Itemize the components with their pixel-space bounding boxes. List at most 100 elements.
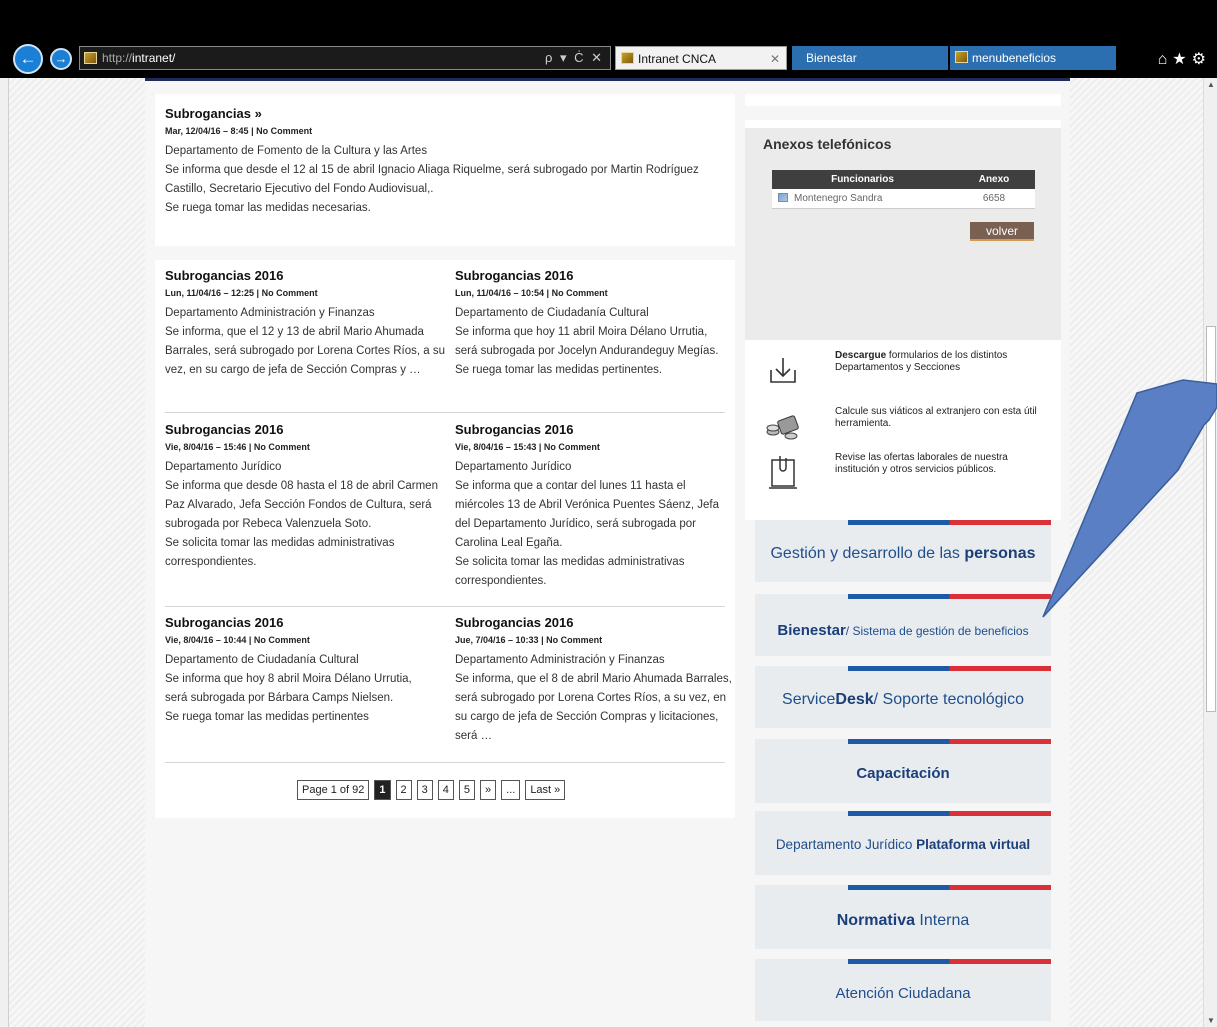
page-link[interactable]: 2 — [395, 780, 412, 800]
post-title[interactable]: Subrogancias 2016 — [165, 268, 445, 283]
post-title[interactable]: Subrogancias » — [165, 106, 725, 121]
money-calculator-icon — [766, 415, 799, 440]
tool-ofertas-laborales[interactable]: Revise las ofertas laborales de nuestra … — [745, 452, 1061, 502]
menu-stripe — [848, 885, 1051, 890]
post-paragraph: Se ruega tomar las medidas necesarias. — [165, 202, 371, 214]
row-divider — [165, 762, 725, 763]
site-favicon-icon — [84, 52, 97, 64]
post-title[interactable]: Subrogancias 2016 — [455, 268, 735, 283]
post-title[interactable]: Subrogancias 2016 — [455, 615, 735, 630]
download-icon — [770, 358, 796, 383]
menu-capacitacion[interactable]: Capacitación — [755, 739, 1051, 803]
table-row[interactable]: Montenegro Sandra 6658 — [772, 189, 1035, 209]
browser-toolbar: ← → http://intranet/ ρ ▾ Ċ ✕ Intranet CN… — [0, 40, 1217, 78]
row-divider — [165, 606, 725, 607]
menu-label: Atención Ciudadana — [835, 985, 971, 1002]
address-prefix: http:// — [102, 51, 133, 65]
tools-panel: Descargue formularios de los distintos D… — [745, 340, 1061, 520]
menu-bienestar[interactable]: Bienestar/ Sistema de gestión de benefic… — [755, 594, 1051, 656]
tool-download-forms[interactable]: Descargue formularios de los distintos D… — [745, 350, 1061, 400]
volver-button[interactable]: volver — [970, 222, 1034, 241]
post-item: Subrogancias 2016 Vie, 8/04/16 – 10:44 |… — [165, 615, 445, 727]
post-body: Departamento de Ciudadanía Cultural Se i… — [455, 307, 719, 376]
tab-label: menubeneficios — [972, 51, 1057, 65]
menu-label: Bienestar/ Sistema de gestión de benefic… — [777, 622, 1029, 639]
col-anexo: Anexo — [953, 170, 1035, 189]
window-left-edge — [0, 78, 9, 1027]
menu-label: Normativa Interna — [836, 912, 970, 929]
col-funcionarios: Funcionarios — [772, 170, 953, 189]
menu-juridico[interactable]: Departamento Jurídico Plataforma virtual — [755, 811, 1051, 875]
vertical-scrollbar[interactable]: ▲ ▼ — [1203, 78, 1217, 1027]
menu-atencion-ciudadana[interactable]: Atención Ciudadana — [755, 959, 1051, 1021]
posts-grid: Subrogancias 2016 Lun, 11/04/16 – 12:25 … — [155, 260, 735, 818]
address-bar[interactable]: http://intranet/ ρ ▾ Ċ ✕ — [79, 46, 611, 70]
title-bar — [0, 0, 1217, 40]
post-meta: Mar, 12/04/16 – 8:45 | No Comment — [165, 126, 313, 136]
menu-servicedesk[interactable]: ServiceDesk/ Soporte tecnológico — [755, 666, 1051, 728]
scrollbar-thumb[interactable] — [1206, 326, 1216, 712]
menu-stripe — [848, 959, 1051, 964]
ellipsis-link[interactable]: ... — [501, 780, 521, 800]
menu-stripe — [848, 811, 1051, 816]
forward-arrow-icon[interactable]: → — [50, 48, 72, 70]
row-divider — [165, 412, 725, 413]
tab-close-icon[interactable]: ✕ — [770, 47, 780, 71]
pagination-label: Page 1 of 92 — [297, 780, 370, 800]
post-meta: Vie, 8/04/16 – 10:44 | No Comment — [165, 635, 310, 645]
post-item: Subrogancias 2016 Lun, 11/04/16 – 10:54 … — [455, 268, 735, 380]
post-title[interactable]: Subrogancias 2016 — [165, 615, 445, 630]
page-link[interactable]: 3 — [416, 780, 433, 800]
menu-stripe — [848, 666, 1051, 671]
address-host: intranet/ — [132, 51, 176, 65]
featured-post: Subrogancias » Mar, 12/04/16 – 8:45 | No… — [155, 94, 735, 246]
contact-icon — [778, 192, 788, 202]
post-body: Departamento Jurídico Se informa que a c… — [455, 461, 720, 587]
next-page-link[interactable]: » — [480, 780, 497, 800]
post-item: Subrogancias 2016 Vie, 8/04/16 – 15:43 |… — [455, 422, 735, 591]
post-meta: Lun, 11/04/16 – 10:54 | No Comment — [455, 288, 608, 298]
tab-label: Bienestar — [806, 51, 857, 65]
tab-bienestar[interactable]: Bienestar — [792, 46, 948, 70]
tab-favicon-icon — [621, 52, 634, 64]
post-item: Subrogancias 2016 Vie, 8/04/16 – 15:46 |… — [165, 422, 445, 572]
page-link[interactable]: 4 — [437, 780, 454, 800]
post-meta: Lun, 11/04/16 – 12:25 | No Comment — [165, 288, 318, 298]
menu-gestion-personas[interactable]: Gestión y desarrollo de las personas — [755, 520, 1051, 582]
post-body: Departamento de Fomento de la Cultura y … — [165, 142, 725, 218]
menu-stripe — [848, 739, 1051, 744]
page-container: Subrogancias » Mar, 12/04/16 – 8:45 | No… — [145, 78, 1070, 1027]
header-bar — [145, 78, 1070, 81]
menu-label: Departamento Jurídico Plataforma virtual — [775, 837, 1031, 852]
menu-label: Gestión y desarrollo de las personas — [770, 545, 1036, 562]
last-page-link[interactable]: Last » — [525, 780, 566, 800]
anexos-table: Funcionarios Anexo Montenegro Sandra 665… — [772, 170, 1035, 209]
scroll-down-icon[interactable]: ▼ — [1207, 1016, 1215, 1025]
tab-intranet-cnca[interactable]: Intranet CNCA ✕ — [615, 46, 787, 70]
page-link-current[interactable]: 1 — [374, 780, 391, 800]
tab-label: Intranet CNCA — [638, 52, 717, 66]
anexo-cell: 6658 — [953, 189, 1035, 209]
anexos-title: Anexos telefónicos — [763, 136, 892, 152]
tab-menubeneficios[interactable]: menubeneficios — [950, 46, 1116, 70]
address-tools-icons[interactable]: ρ ▾ Ċ ✕ — [545, 47, 604, 69]
home-favorites-settings-icons[interactable]: ⌂★⚙ — [1158, 49, 1211, 69]
post-meta: Jue, 7/04/16 – 10:33 | No Comment — [455, 635, 603, 645]
pagination: Page 1 of 92 1 2 3 4 5 » ... Last » — [297, 780, 566, 800]
sidebar-top-box — [745, 94, 1061, 106]
menu-stripe — [848, 594, 1051, 599]
post-item: Subrogancias 2016 Jue, 7/04/16 – 10:33 |… — [455, 615, 735, 746]
menu-normativa[interactable]: Normativa Interna — [755, 885, 1051, 949]
page-viewport: Subrogancias » Mar, 12/04/16 – 8:45 | No… — [0, 78, 1217, 1027]
post-paragraph: Se informa que desde el 12 al 15 de abri… — [165, 164, 699, 195]
tool-viaticos[interactable]: Calcule sus viáticos al extranjero con e… — [745, 406, 1061, 456]
tool-text: Descargue formularios de los distintos D… — [835, 350, 1008, 373]
tab-favicon-icon — [955, 51, 968, 63]
post-body: Departamento de Ciudadanía Cultural Se i… — [165, 654, 412, 723]
back-arrow-icon[interactable]: ← — [13, 44, 43, 74]
clipboard-icon — [769, 456, 797, 489]
page-link[interactable]: 5 — [458, 780, 476, 800]
scroll-up-icon[interactable]: ▲ — [1207, 80, 1215, 89]
post-title[interactable]: Subrogancias 2016 — [165, 422, 445, 437]
post-title[interactable]: Subrogancias 2016 — [455, 422, 735, 437]
